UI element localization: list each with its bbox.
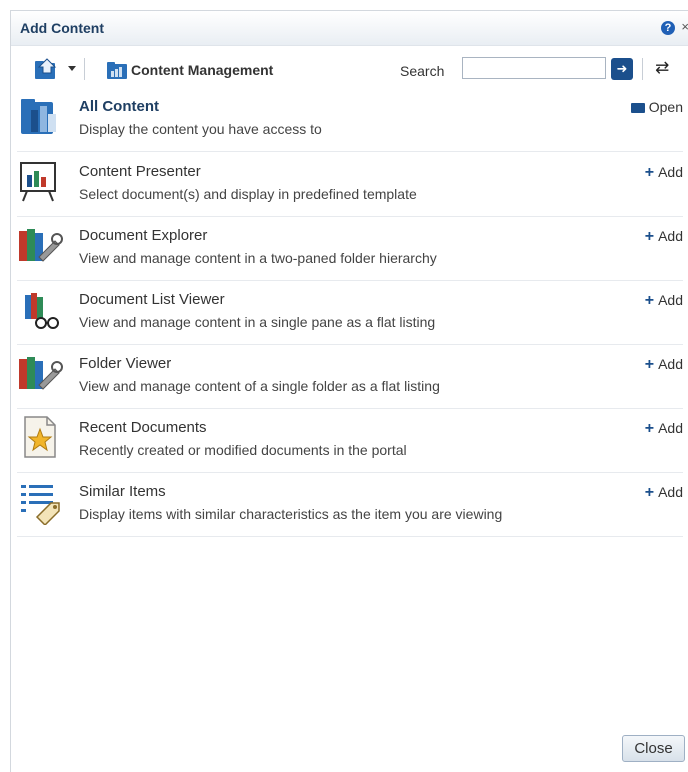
- plus-icon: +: [644, 484, 655, 501]
- item-name: Content Presenter: [79, 163, 201, 180]
- books-wrench-icon: [19, 357, 63, 390]
- search-go-button[interactable]: ➜: [611, 58, 633, 80]
- search-label: Search: [400, 63, 445, 79]
- add-button[interactable]: + Add: [645, 228, 683, 246]
- item-name: Recent Documents: [79, 419, 207, 436]
- item-description: Recently created or modified documents i…: [79, 442, 407, 458]
- close-button[interactable]: Close: [622, 735, 685, 762]
- books-wrench-icon: [19, 229, 63, 262]
- item-description: Display the content you have access to: [79, 121, 322, 137]
- list-tag-icon: [21, 485, 60, 525]
- close-icon[interactable]: ×: [681, 19, 688, 34]
- add-button[interactable]: + Add: [645, 292, 683, 310]
- open-button[interactable]: Open: [630, 99, 683, 115]
- add-content-dialog: Add Content ? × Content Management Searc…: [10, 10, 688, 772]
- list-item-content-presenter[interactable]: Content Presenter Select document(s) and…: [17, 152, 683, 217]
- help-icon[interactable]: ?: [661, 21, 675, 35]
- content-management-icon: [107, 62, 127, 79]
- search-input[interactable]: [462, 57, 606, 79]
- refresh-icon[interactable]: ⇄: [655, 58, 669, 78]
- plus-icon: +: [644, 420, 655, 437]
- add-button[interactable]: + Add: [645, 164, 683, 182]
- star-document-icon: [24, 416, 56, 458]
- chevron-down-icon[interactable]: [68, 66, 76, 71]
- plus-icon: +: [644, 228, 655, 245]
- toolbar-divider: [642, 58, 643, 80]
- list-item-document-explorer[interactable]: Document Explorer View and manage conten…: [17, 216, 683, 281]
- plus-icon: +: [644, 292, 655, 309]
- list-item-all-content[interactable]: All Content Display the content you have…: [17, 87, 683, 152]
- content-folder-icon: [21, 99, 56, 134]
- presenter-icon: [20, 162, 56, 202]
- folder-open-icon: [630, 103, 645, 113]
- item-name: Similar Items: [79, 483, 166, 500]
- dialog-title: Add Content: [20, 20, 104, 36]
- up-folder-icon[interactable]: [33, 57, 61, 81]
- item-description: View and manage content in a single pane…: [79, 314, 436, 330]
- item-name[interactable]: All Content: [79, 98, 159, 115]
- plus-icon: +: [644, 164, 655, 181]
- item-description: Display items with similar characteristi…: [79, 506, 503, 522]
- item-description: View and manage content of a single fold…: [79, 378, 440, 394]
- item-name: Document Explorer: [79, 227, 208, 244]
- books-glasses-icon: [25, 293, 59, 329]
- toolbar-divider: [84, 58, 85, 80]
- list-item-folder-viewer[interactable]: Folder Viewer View and manage content of…: [17, 344, 683, 409]
- add-button[interactable]: + Add: [645, 356, 683, 374]
- dialog-titlebar: Add Content ? ×: [11, 11, 688, 46]
- plus-icon: +: [644, 356, 655, 373]
- list-item-recent-documents[interactable]: Recent Documents Recently created or mod…: [17, 408, 683, 473]
- add-button[interactable]: + Add: [645, 420, 683, 438]
- add-button[interactable]: + Add: [645, 484, 683, 502]
- item-description: Select document(s) and display in predef…: [79, 186, 417, 202]
- item-name: Document List Viewer: [79, 291, 225, 308]
- toolbar: Content Management Search ➜ ⇄: [11, 55, 688, 85]
- item-description: View and manage content in a two-paned f…: [79, 250, 437, 266]
- item-name: Folder Viewer: [79, 355, 172, 372]
- list-item-document-list-viewer[interactable]: Document List Viewer View and manage con…: [17, 280, 683, 345]
- breadcrumb-label[interactable]: Content Management: [131, 62, 273, 78]
- list-item-similar-items[interactable]: Similar Items Display items with similar…: [17, 472, 683, 537]
